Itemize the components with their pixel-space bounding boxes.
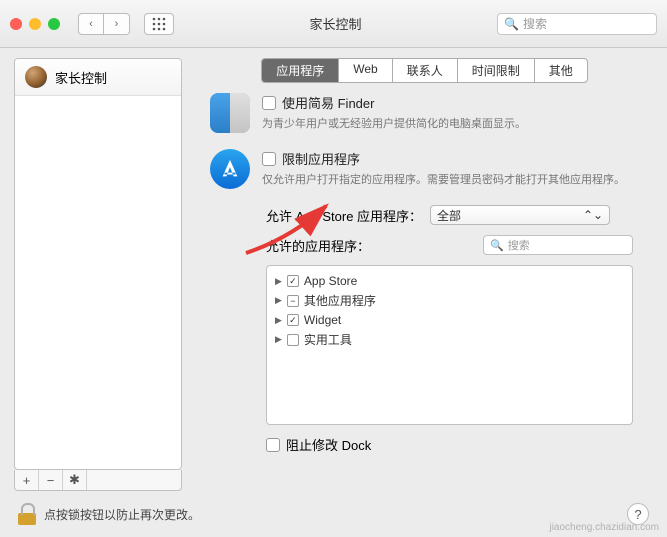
user-label: 家长控制 bbox=[55, 68, 107, 87]
window-title: 家长控制 bbox=[182, 14, 489, 33]
actions-menu-button[interactable]: ✱ bbox=[63, 470, 87, 490]
chevron-updown-icon: ⌃⌄ bbox=[583, 208, 603, 222]
avatar bbox=[25, 66, 47, 88]
window-controls bbox=[10, 18, 60, 30]
watermark: jiaocheng.chazidian.com bbox=[549, 522, 659, 533]
simple-finder-label: 使用简易 Finder bbox=[282, 93, 374, 112]
disclosure-icon[interactable]: ▶ bbox=[275, 295, 282, 306]
disclosure-icon[interactable]: ▶ bbox=[275, 334, 282, 345]
forward-button[interactable]: › bbox=[104, 13, 130, 35]
remove-user-button[interactable]: − bbox=[39, 470, 63, 490]
minimize-icon[interactable] bbox=[29, 18, 41, 30]
search-icon: 🔍 bbox=[490, 239, 504, 252]
allowed-apps-search-input[interactable]: 🔍 搜索 bbox=[483, 235, 633, 255]
tree-row[interactable]: ▶ 实用工具 bbox=[275, 329, 624, 350]
show-all-button[interactable] bbox=[144, 13, 174, 35]
prevent-dock-label: 阻止修改 Dock bbox=[286, 435, 371, 454]
limit-apps-label: 限制应用程序 bbox=[282, 149, 360, 168]
tree-checkbox[interactable]: ✓ bbox=[287, 314, 299, 326]
appstore-icon bbox=[210, 149, 250, 189]
limit-apps-checkbox[interactable] bbox=[262, 152, 276, 166]
lock-icon[interactable] bbox=[18, 503, 36, 525]
finder-icon bbox=[210, 93, 250, 133]
back-button[interactable]: ‹ bbox=[78, 13, 104, 35]
tree-checkbox[interactable]: ✓ bbox=[287, 275, 299, 287]
tree-label: Widget bbox=[304, 313, 341, 327]
search-icon: 🔍 bbox=[504, 17, 519, 31]
tab-时间限制[interactable]: 时间限制 bbox=[458, 59, 535, 82]
close-icon[interactable] bbox=[10, 18, 22, 30]
tree-checkbox[interactable]: − bbox=[287, 295, 299, 307]
tab-联系人[interactable]: 联系人 bbox=[393, 59, 458, 82]
tree-label: App Store bbox=[304, 274, 357, 288]
appstore-allow-select[interactable]: 全部 ⌃⌄ bbox=[430, 205, 610, 225]
tab-其他[interactable]: 其他 bbox=[535, 59, 587, 82]
user-list[interactable]: 家长控制 bbox=[14, 58, 182, 470]
tree-checkbox[interactable] bbox=[287, 334, 299, 346]
tree-label: 其他应用程序 bbox=[304, 292, 376, 309]
tree-row[interactable]: ▶ ✓ Widget bbox=[275, 311, 624, 329]
disclosure-icon[interactable]: ▶ bbox=[275, 315, 282, 326]
lock-text: 点按锁按钮以防止再次更改。 bbox=[44, 506, 200, 523]
allowed-apps-label: 允许的应用程序： bbox=[266, 236, 370, 255]
prevent-dock-checkbox[interactable] bbox=[266, 438, 280, 452]
tabs: 应用程序Web联系人时间限制其他 bbox=[196, 58, 653, 83]
tab-web[interactable]: Web bbox=[339, 59, 392, 82]
tab-应用程序[interactable]: 应用程序 bbox=[262, 59, 339, 82]
tree-row[interactable]: ▶−其他应用程序 bbox=[275, 290, 624, 311]
tree-label: 实用工具 bbox=[304, 331, 352, 348]
simple-finder-checkbox[interactable] bbox=[262, 96, 276, 110]
allowed-apps-tree[interactable]: ▶✓App Store▶−其他应用程序▶✓Widget▶实用工具 bbox=[266, 265, 633, 425]
gear-icon: ✱ bbox=[69, 472, 80, 488]
zoom-icon[interactable] bbox=[48, 18, 60, 30]
sidebar: 家长控制 + − ✱ bbox=[14, 58, 182, 491]
toolbar-search-input[interactable]: 🔍 搜索 bbox=[497, 13, 657, 35]
disclosure-icon[interactable]: ▶ bbox=[275, 276, 282, 287]
appstore-allow-label: 允许 App Store 应用程序： bbox=[266, 206, 422, 225]
add-user-button[interactable]: + bbox=[15, 470, 39, 490]
simple-finder-desc: 为青少年用户或无经验用户提供简化的电脑桌面显示。 bbox=[262, 115, 653, 131]
titlebar: ‹ › 家长控制 🔍 搜索 bbox=[0, 0, 667, 48]
user-row[interactable]: 家长控制 bbox=[15, 59, 181, 96]
tree-row[interactable]: ▶ ✓ App Store bbox=[275, 272, 624, 290]
limit-apps-desc: 仅允许用户打开指定的应用程序。需要管理员密码才能打开其他应用程序。 bbox=[262, 171, 653, 187]
